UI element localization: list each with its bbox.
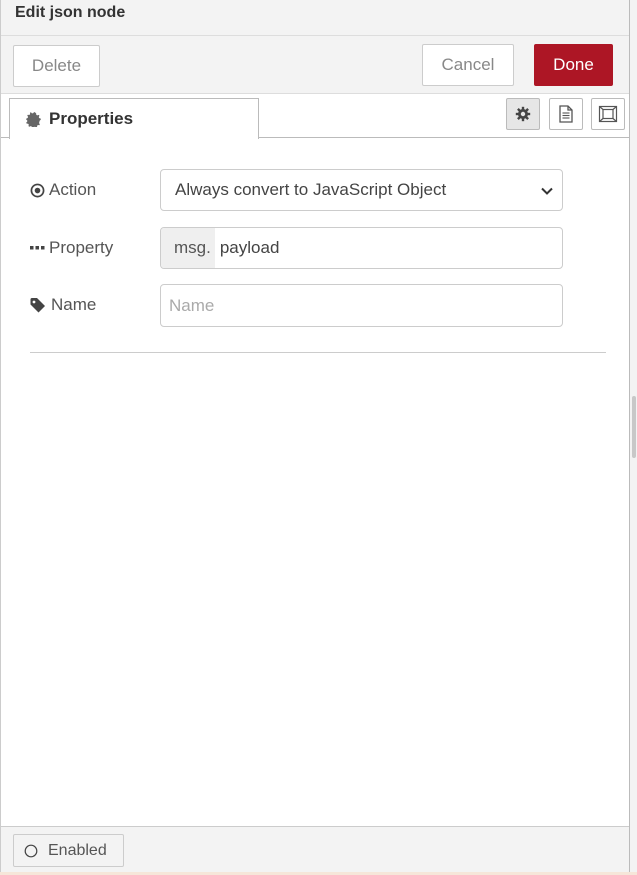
property-label-text: Property [49, 238, 114, 257]
appearance-tab-button[interactable] [591, 98, 625, 130]
gear-icon [515, 106, 531, 122]
tab-properties[interactable]: Properties [9, 98, 259, 139]
circle-outline-icon [24, 844, 38, 858]
cancel-button[interactable]: Cancel [422, 44, 514, 86]
action-row: Action Always convert to JavaScript Obje… [30, 169, 590, 211]
document-icon [558, 105, 574, 123]
action-label-text: Action [49, 180, 97, 199]
property-label: Property [30, 227, 113, 269]
appearance-icon [598, 105, 618, 123]
name-label-text: Name [51, 295, 97, 314]
property-typed-input[interactable]: msg. payload [160, 227, 563, 269]
enabled-toggle-button[interactable]: Enabled [13, 834, 124, 867]
scrollbar-thumb[interactable] [632, 396, 636, 458]
action-label: Action [30, 169, 96, 211]
action-select[interactable]: Always convert to JavaScript Object [160, 169, 563, 211]
edit-tray: Edit json node Delete Cancel Done Proper… [0, 0, 630, 872]
dot-circle-icon [30, 183, 45, 198]
property-type-prefix[interactable]: msg. [161, 228, 215, 268]
tag-icon [30, 297, 47, 313]
action-select-value: Always convert to JavaScript Object [175, 180, 447, 199]
tray-title: Edit json node [15, 4, 126, 21]
chevron-down-icon [540, 183, 554, 203]
name-input[interactable] [160, 284, 563, 327]
name-row: Name [30, 284, 590, 327]
name-label: Name [30, 284, 96, 326]
done-button[interactable]: Done [534, 44, 613, 86]
tray-toolbar: Delete Cancel Done [1, 36, 629, 94]
property-row: Property msg. payload [30, 227, 590, 269]
form-divider [30, 352, 606, 353]
enabled-label: Enabled [48, 841, 107, 859]
ellipsis-icon [30, 245, 45, 251]
tab-properties-label: Properties [49, 109, 134, 128]
tray-footer: Enabled [1, 826, 629, 872]
gear-icon [26, 111, 41, 127]
property-value[interactable]: payload [220, 238, 280, 258]
tray-header: Edit json node [1, 0, 629, 36]
properties-tab-button[interactable] [506, 98, 540, 130]
tab-bar: Properties [1, 94, 629, 139]
description-tab-button[interactable] [549, 98, 583, 130]
delete-button[interactable]: Delete [13, 45, 100, 87]
